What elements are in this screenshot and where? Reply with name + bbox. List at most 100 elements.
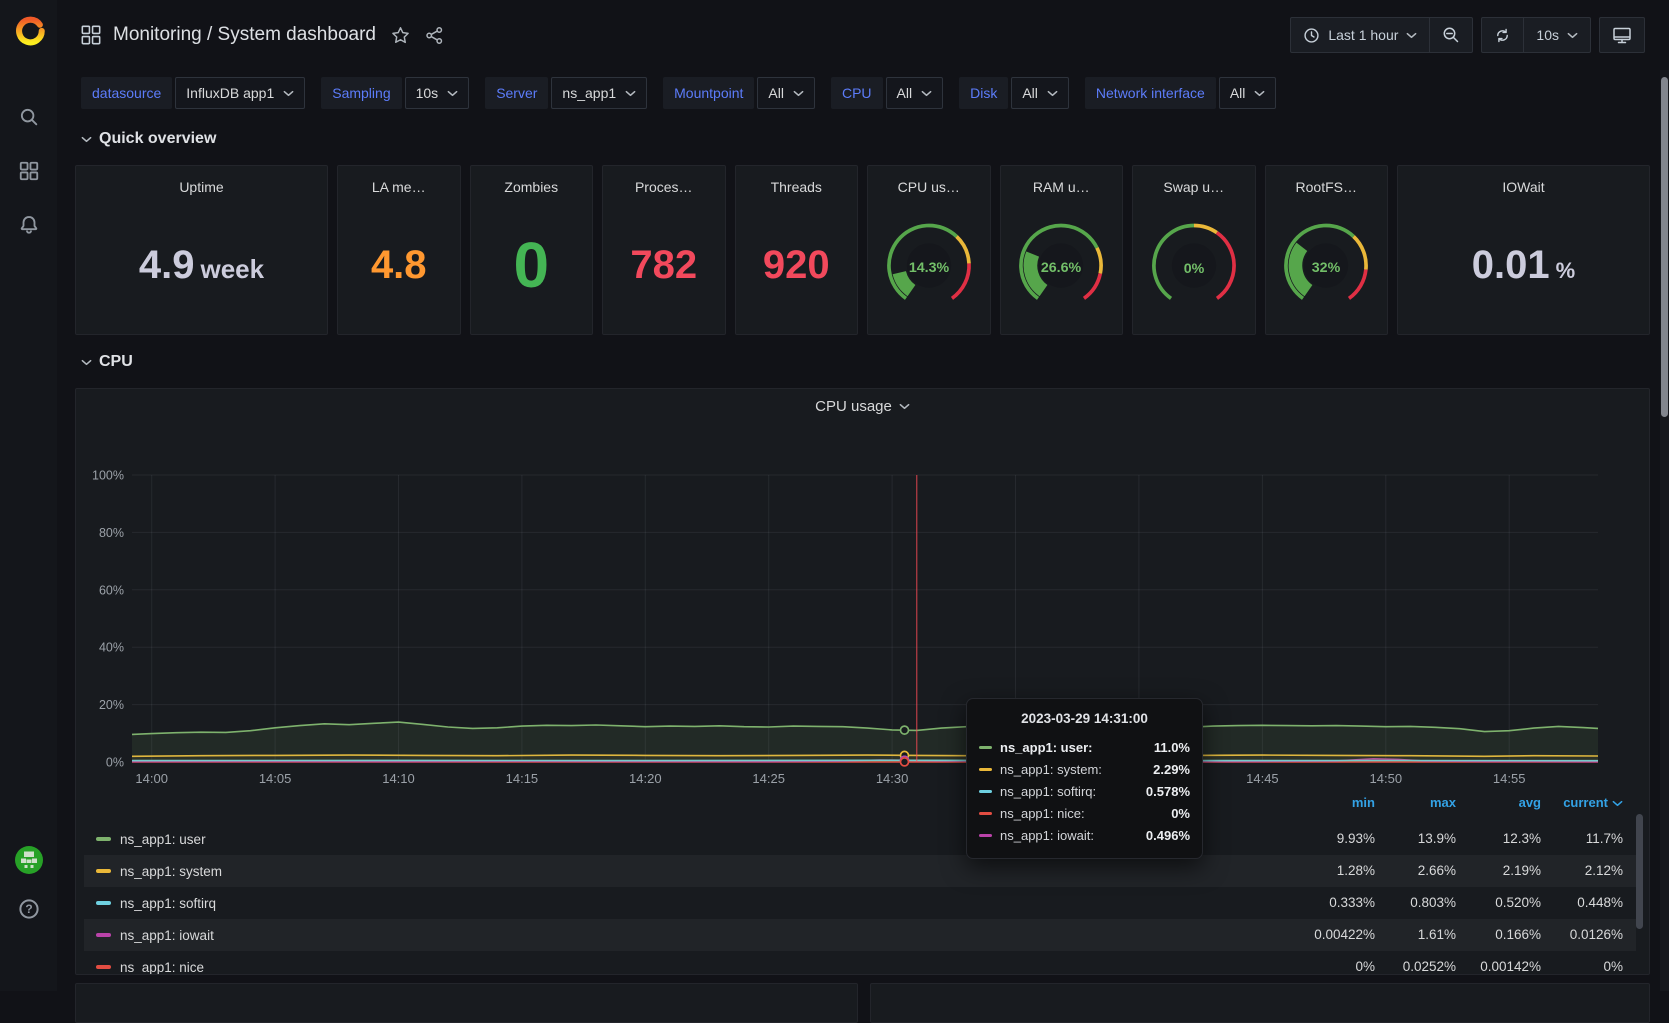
hover-point [901, 758, 909, 766]
svg-text:14:10: 14:10 [382, 771, 415, 786]
section-quick-overview[interactable]: Quick overview [81, 130, 216, 148]
star-icon[interactable] [391, 26, 410, 45]
apps-grid-icon[interactable] [81, 25, 101, 45]
refresh-interval-dropdown[interactable]: 10s [1523, 18, 1590, 52]
variable-label[interactable]: Network interface [1085, 77, 1216, 109]
variable-value-dropdown[interactable]: 10s [405, 77, 470, 109]
panel-title[interactable]: Threads [771, 166, 822, 195]
legend-min-value: 0.333% [1283, 895, 1375, 910]
page-scrollbar-thumb[interactable] [1661, 77, 1668, 417]
time-range-picker[interactable]: Last 1 hour [1291, 18, 1429, 52]
panel-title[interactable]: Proces… [635, 166, 693, 195]
panel-title[interactable]: CPU us… [898, 166, 960, 195]
gauge: 26.6% [1003, 216, 1119, 313]
stat-body: 782 [603, 195, 725, 334]
sidebar-bottom: ? [0, 845, 57, 921]
tooltip-series-value: 0.496% [1146, 828, 1190, 843]
legend-min-value: 0% [1283, 959, 1375, 974]
svg-text:14:45: 14:45 [1246, 771, 1279, 786]
series-name[interactable]: ns_app1: softirq [120, 896, 216, 911]
dashboards-grid-icon[interactable] [0, 144, 57, 198]
search-icon[interactable] [0, 90, 57, 144]
chevron-down-icon [625, 90, 636, 97]
series-color-dash[interactable] [96, 965, 111, 969]
series-color-dash[interactable] [96, 901, 111, 905]
user-avatar[interactable] [14, 845, 44, 875]
tooltip-series-value: 11.0% [1154, 740, 1190, 755]
variable-value-dropdown[interactable]: InfluxDB app1 [175, 77, 305, 109]
legend-sort-avg[interactable]: avg [1449, 795, 1541, 810]
legend-avg-value: 0.166% [1449, 927, 1541, 942]
series-color-dash[interactable] [96, 837, 111, 841]
legend-sort-current[interactable]: current [1531, 795, 1623, 810]
series-color-dash[interactable] [96, 933, 111, 937]
zoom-out-button[interactable] [1429, 18, 1472, 52]
stat-value: 920 [763, 245, 830, 285]
legend-row-ns-app1-user[interactable]: ns_app1: user9.93%13.9%12.3%11.7% [84, 823, 1636, 855]
series-name[interactable]: ns_app1: iowait [120, 928, 214, 943]
legend-row-ns-app1-nice[interactable]: ns_app1: nice0%0.0252%0.00142%0% [84, 951, 1636, 975]
series-color-dash[interactable] [96, 869, 111, 873]
chevron-down-icon [899, 403, 910, 410]
variable-network-interface: Network interfaceAll [1085, 77, 1277, 109]
variable-label[interactable]: Server [485, 77, 548, 109]
tooltip-series-value: 0.578% [1146, 784, 1190, 799]
cpu-usage-chart[interactable]: 0%20%40%60%80%100%14:0014:0514:1014:1514… [76, 389, 1649, 791]
panel-la-me: LA me…4.8 [337, 165, 461, 335]
series-name[interactable]: ns_app1: user [120, 832, 206, 847]
refresh-controls: 10s [1481, 17, 1591, 53]
svg-text:60%: 60% [99, 583, 124, 597]
panel-title[interactable]: RootFS… [1296, 166, 1357, 195]
legend-row-ns-app1-iowait[interactable]: ns_app1: iowait0.00422%1.61%0.166%0.0126… [84, 919, 1636, 951]
variable-label[interactable]: Disk [959, 77, 1008, 109]
stat-value: 0.01% [1472, 245, 1575, 285]
grafana-logo-icon[interactable] [12, 12, 46, 46]
variable-label[interactable]: Mountpoint [663, 77, 754, 109]
tooltip-series-value: 2.29% [1153, 762, 1190, 777]
sidebar-menu [0, 90, 57, 252]
panel-title-cpu-usage[interactable]: CPU usage [76, 398, 1649, 415]
legend-scrollbar[interactable] [1636, 814, 1643, 929]
legend-max-value: 2.66% [1364, 863, 1456, 878]
variable-disk: DiskAll [959, 77, 1069, 109]
variable-value-dropdown[interactable]: All [886, 77, 944, 109]
svg-text:14.3%: 14.3% [909, 260, 950, 276]
variable-label[interactable]: CPU [831, 77, 883, 109]
panel-title[interactable]: Swap u… [1163, 166, 1224, 195]
help-icon[interactable]: ? [0, 897, 57, 921]
variable-value-dropdown[interactable]: All [1219, 77, 1277, 109]
variable-value-dropdown[interactable]: All [757, 77, 815, 109]
panel-title[interactable]: Uptime [179, 166, 223, 195]
section-cpu[interactable]: CPU [81, 353, 133, 371]
svg-text:40%: 40% [99, 641, 124, 655]
hover-point [901, 726, 909, 734]
series-name[interactable]: ns_app1: system [120, 864, 222, 879]
panel-title[interactable]: LA me… [372, 166, 426, 195]
legend-sort-max[interactable]: max [1364, 795, 1456, 810]
legend-row-ns-app1-softirq[interactable]: ns_app1: softirq0.333%0.803%0.520%0.448% [84, 887, 1636, 919]
gauge: 32% [1268, 216, 1384, 313]
panel-title[interactable]: RAM u… [1033, 166, 1090, 195]
share-icon[interactable] [425, 26, 444, 45]
panel-title[interactable]: IOWait [1502, 166, 1544, 195]
panel-uptime: Uptime4.9 week [75, 165, 328, 335]
svg-text:14:15: 14:15 [506, 771, 539, 786]
legend-sort-min[interactable]: min [1283, 795, 1375, 810]
legend-avg-value: 0.520% [1449, 895, 1541, 910]
chevron-down-icon [1612, 800, 1623, 807]
panel-title[interactable]: Zombies [504, 166, 558, 195]
time-controls: Last 1 hour [1290, 17, 1473, 53]
refresh-button[interactable] [1482, 18, 1523, 52]
panel-ram-u: RAM u… 26.6% [1000, 165, 1124, 335]
series-name[interactable]: ns_app1: nice [120, 960, 204, 975]
alerting-bell-icon[interactable] [0, 198, 57, 252]
variable-value-dropdown[interactable]: All [1011, 77, 1069, 109]
variable-label[interactable]: datasource [81, 77, 172, 109]
variable-value: InfluxDB app1 [186, 85, 274, 101]
stat-body: 4.8 [338, 195, 460, 334]
legend-row-ns-app1-system[interactable]: ns_app1: system1.28%2.66%2.19%2.12% [84, 855, 1636, 887]
variable-label[interactable]: Sampling [321, 77, 401, 109]
svg-text:100%: 100% [92, 469, 124, 483]
tv-mode-button[interactable] [1600, 18, 1644, 52]
variable-value-dropdown[interactable]: ns_app1 [551, 77, 647, 109]
